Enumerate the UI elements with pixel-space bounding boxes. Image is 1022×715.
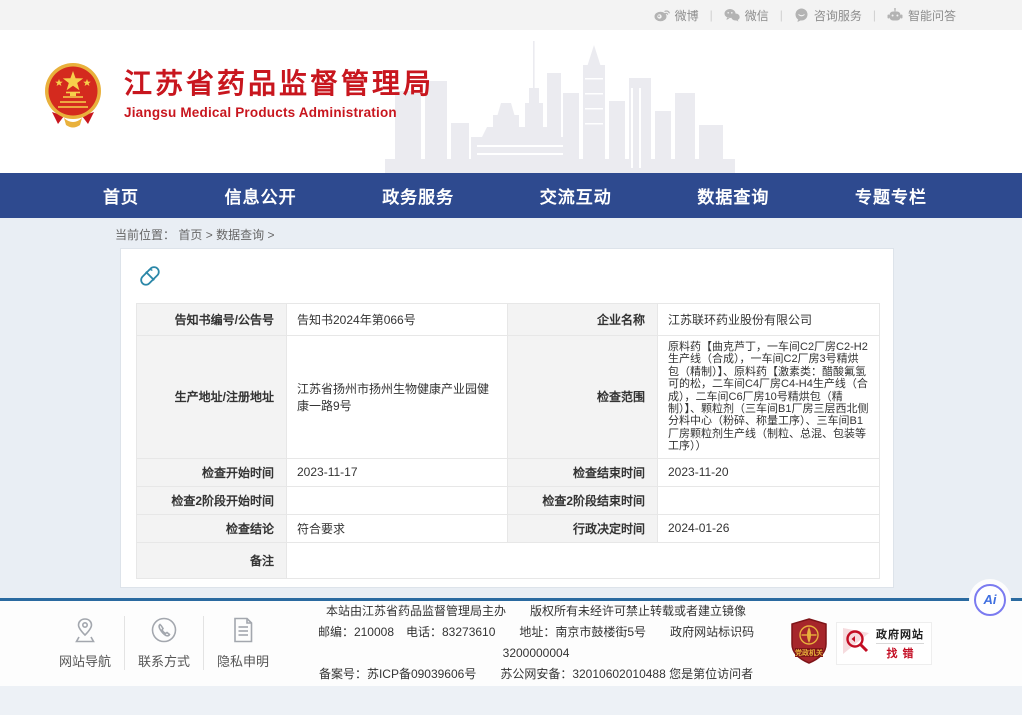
end-date-label: 检查结束时间 (508, 458, 658, 486)
decision-date-value: 2024-01-26 (658, 514, 880, 542)
wechat-icon (724, 8, 740, 22)
phone-icon (150, 616, 178, 644)
site-map-link[interactable]: 网站导航 (46, 616, 125, 670)
consult-label: 咨询服务 (814, 7, 862, 24)
gov-site-error-report-badge[interactable]: 政府网站 找错 (836, 622, 932, 665)
site-header: 江苏省药品监督管理局 Jiangsu Medical Products Admi… (0, 30, 1022, 173)
contact-label: 联系方式 (138, 651, 190, 670)
footer-badges: 党政机关 政府网站 找错 (790, 618, 932, 669)
footer-line-contact: 邮编：210008 电话：83273610 地址：南京市鼓楼街5号 政府网站标识… (288, 622, 784, 664)
find-badge-title: 政府网站 (876, 626, 924, 642)
company-value: 江苏联环药业股份有限公司 (658, 304, 880, 336)
start-date-value: 2023-11-17 (287, 458, 508, 486)
bottom-strip (0, 686, 1022, 715)
nav-item-special-topics[interactable]: 专题专栏 (855, 183, 927, 208)
weibo-link[interactable]: 微博 (643, 7, 710, 24)
table-row: 告知书编号/公告号 告知书2024年第066号 企业名称 江苏联环药业股份有限公… (137, 304, 880, 336)
footer-quick-links: 网站导航 联系方式 隐私申明 (46, 616, 282, 670)
end-date-value: 2023-11-20 (658, 458, 880, 486)
site-footer: Ai 网站导航 联系方式 (0, 598, 1022, 686)
conclusion-label: 检查结论 (137, 514, 287, 542)
stage2-end-label: 检查2阶段结束时间 (508, 486, 658, 514)
breadcrumb-data-query-link[interactable]: 数据查询 (216, 228, 264, 242)
breadcrumb-separator: > (206, 228, 213, 242)
breadcrumb-prefix: 当前位置： (115, 228, 175, 242)
svg-text:党政机关: 党政机关 (795, 648, 823, 657)
find-badge-texts: 政府网站 找错 (876, 626, 924, 661)
privacy-link[interactable]: 隐私申明 (204, 616, 282, 670)
address-value: 江苏省扬州市扬州生物健康产业园健康一路9号 (287, 336, 508, 459)
document-icon (231, 616, 255, 644)
table-row: 检查结论 符合要求 行政决定时间 2024-01-26 (137, 514, 880, 542)
find-badge-action: 找错 (882, 645, 919, 661)
start-date-label: 检查开始时间 (137, 458, 287, 486)
breadcrumb: 当前位置： 首页 > 数据查询 > (115, 226, 1022, 248)
scope-value: 原料药【曲克芦丁，一车间C2厂房C2-H2生产线（合成），一车间C2厂房3号精烘… (658, 336, 880, 459)
consult-icon (794, 8, 809, 22)
robot-icon (887, 8, 903, 22)
brand[interactable]: 江苏省药品监督管理局 Jiangsu Medical Products Admi… (44, 62, 434, 128)
stage2-end-value (658, 486, 880, 514)
footer-line-host: 本站由江苏省药品监督管理局主办 版权所有未经许可禁止转载或者建立镜像 (288, 601, 784, 622)
address-label: 生产地址/注册地址 (137, 336, 287, 459)
inspection-detail-table: 告知书编号/公告号 告知书2024年第066号 企业名称 江苏联环药业股份有限公… (136, 303, 880, 579)
national-emblem-logo (44, 62, 102, 128)
top-utility-bar: 微博 | 微信 | 咨询服务 | 智能问答 (0, 0, 1022, 30)
remark-label: 备注 (137, 542, 287, 578)
nav-item-interaction[interactable]: 交流互动 (540, 183, 612, 208)
remark-value (287, 542, 880, 578)
smart-qa-link[interactable]: 智能问答 (876, 7, 967, 24)
table-row: 检查开始时间 2023-11-17 检查结束时间 2023-11-20 (137, 458, 880, 486)
notice-no-value: 告知书2024年第066号 (287, 304, 508, 336)
table-row: 备注 (137, 542, 880, 578)
brand-text: 江苏省药品监督管理局 Jiangsu Medical Products Admi… (124, 70, 434, 120)
stage2-start-label: 检查2阶段开始时间 (137, 486, 287, 514)
smart-qa-label: 智能问答 (908, 7, 956, 24)
find-badge-divider (876, 643, 924, 644)
site-subtitle: Jiangsu Medical Products Administration (124, 105, 434, 120)
site-title: 江苏省药品监督管理局 (124, 70, 434, 98)
party-gov-shield-badge[interactable]: 党政机关 (790, 618, 828, 669)
content-area: 当前位置： 首页 > 数据查询 > 告知书编号/公告号 告知书2024年第066… (0, 218, 1022, 598)
decision-date-label: 行政决定时间 (508, 514, 658, 542)
breadcrumb-tail-separator: > (267, 228, 274, 242)
inspection-detail-panel: 告知书编号/公告号 告知书2024年第066号 企业名称 江苏联环药业股份有限公… (120, 248, 894, 588)
nav-item-home[interactable]: 首页 (103, 183, 139, 208)
stage2-start-value (287, 486, 508, 514)
footer-info: 本站由江苏省药品监督管理局主办 版权所有未经许可禁止转载或者建立镜像 邮编：21… (282, 601, 790, 685)
wechat-link[interactable]: 微信 (713, 7, 780, 24)
notice-no-label: 告知书编号/公告号 (137, 304, 287, 336)
scope-label: 检查范围 (508, 336, 658, 459)
site-map-label: 网站导航 (59, 651, 111, 670)
nav-item-gov-services[interactable]: 政务服务 (382, 183, 454, 208)
main-nav: 首页 信息公开 政务服务 交流互动 数据查询 专题专栏 (0, 173, 1022, 218)
ai-assistant-button[interactable]: Ai (974, 584, 1006, 616)
city-skyline-watermark (385, 33, 735, 173)
map-pin-icon (72, 616, 98, 644)
company-label: 企业名称 (508, 304, 658, 336)
wechat-label: 微信 (745, 7, 769, 24)
breadcrumb-home-link[interactable]: 首页 (178, 228, 202, 242)
nav-item-data-query[interactable]: 数据查询 (697, 183, 769, 208)
privacy-label: 隐私申明 (217, 651, 269, 670)
nav-item-info-disclosure[interactable]: 信息公开 (225, 183, 297, 208)
contact-link[interactable]: 联系方式 (125, 616, 204, 670)
footer-line-icp: 备案号：苏ICP备09039606号 苏公网安备：32010602010488 … (288, 664, 784, 685)
conclusion-value: 符合要求 (287, 514, 508, 542)
consult-service-link[interactable]: 咨询服务 (783, 7, 873, 24)
magnifier-icon (841, 626, 871, 661)
weibo-label: 微博 (675, 7, 699, 24)
table-row: 生产地址/注册地址 江苏省扬州市扬州生物健康产业园健康一路9号 检查范围 原料药… (137, 336, 880, 459)
table-row: 检查2阶段开始时间 检查2阶段结束时间 (137, 486, 880, 514)
pill-capsule-icon (138, 264, 878, 293)
weibo-icon (654, 8, 670, 22)
